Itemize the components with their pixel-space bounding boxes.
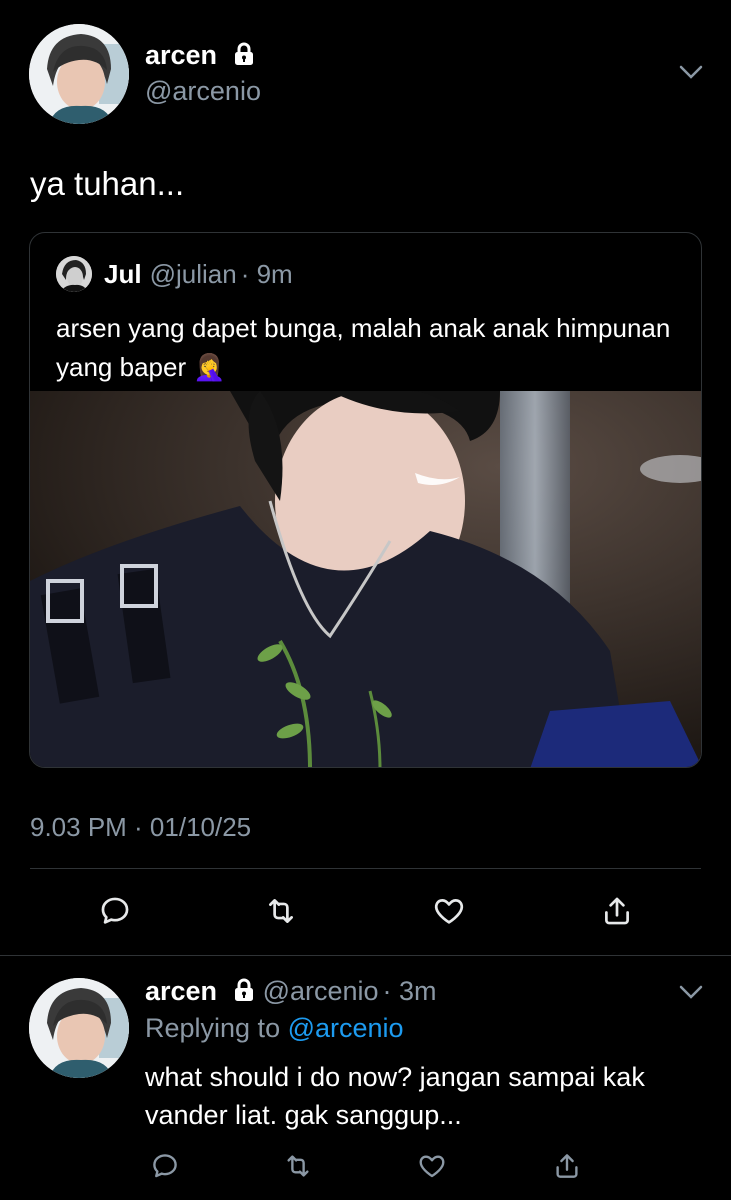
author-avatar[interactable]: [29, 24, 129, 124]
share-button[interactable]: [597, 891, 637, 931]
quoted-tweet-header: Jul @julian · 9m: [104, 259, 293, 290]
chevron-down-icon[interactable]: [678, 64, 704, 80]
reply-time: · 3m: [382, 976, 437, 1006]
reply-reply-button[interactable]: [145, 1146, 185, 1186]
reply-author-avatar[interactable]: [29, 978, 129, 1078]
reply-icon: [153, 1154, 177, 1178]
like-icon: [419, 1155, 445, 1178]
reply-header: arcen @arcenio · 3m: [145, 976, 437, 1007]
replying-to: Replying to @arcenio: [145, 1013, 404, 1044]
author-name[interactable]: arcen: [145, 40, 255, 71]
quoted-author-avatar: [56, 256, 92, 292]
quoted-tweet-text: arsen yang dapet bunga, malah anak anak …: [56, 313, 671, 382]
quoted-tweet-card[interactable]: Jul @julian · 9m arsen yang dapet bunga, m…: [29, 232, 702, 768]
share-icon: [605, 897, 629, 925]
retweet-icon: [287, 1155, 309, 1177]
share-icon: [556, 1154, 578, 1178]
divider: [30, 868, 701, 869]
reply-text: what should i do now? jangan sampai kak …: [145, 1062, 645, 1130]
quoted-author-name[interactable]: Jul: [104, 259, 142, 289]
quoted-tweet-photo[interactable]: [30, 391, 701, 767]
reply-like-button[interactable]: [412, 1146, 452, 1186]
like-button[interactable]: [429, 891, 469, 931]
tweet-timestamp[interactable]: 9.03 PM · 01/10/25: [30, 812, 251, 843]
chevron-down-icon[interactable]: [678, 984, 704, 1000]
quoted-author-handle[interactable]: @julian: [150, 259, 237, 289]
reply-author-handle[interactable]: @arcenio: [263, 976, 379, 1006]
lock-icon: [234, 42, 253, 65]
reply-icon: [101, 897, 129, 924]
reply-retweet-button[interactable]: [278, 1146, 318, 1186]
reply-share-button[interactable]: [547, 1146, 587, 1186]
replying-to-label: Replying to: [145, 1013, 281, 1043]
author-handle[interactable]: @arcenio: [145, 76, 261, 107]
like-icon: [434, 899, 464, 924]
reply-author-name[interactable]: arcen: [145, 976, 217, 1006]
quoted-tweet-time: · 9m: [240, 259, 293, 289]
retweet-icon: [269, 899, 293, 923]
replying-to-link[interactable]: @arcenio: [288, 1013, 404, 1043]
tweet-text: ya tuhan...: [30, 165, 185, 202]
lock-icon: [234, 978, 253, 1001]
divider: [0, 955, 731, 956]
retweet-button[interactable]: [261, 891, 301, 931]
reply-button[interactable]: [95, 891, 135, 931]
